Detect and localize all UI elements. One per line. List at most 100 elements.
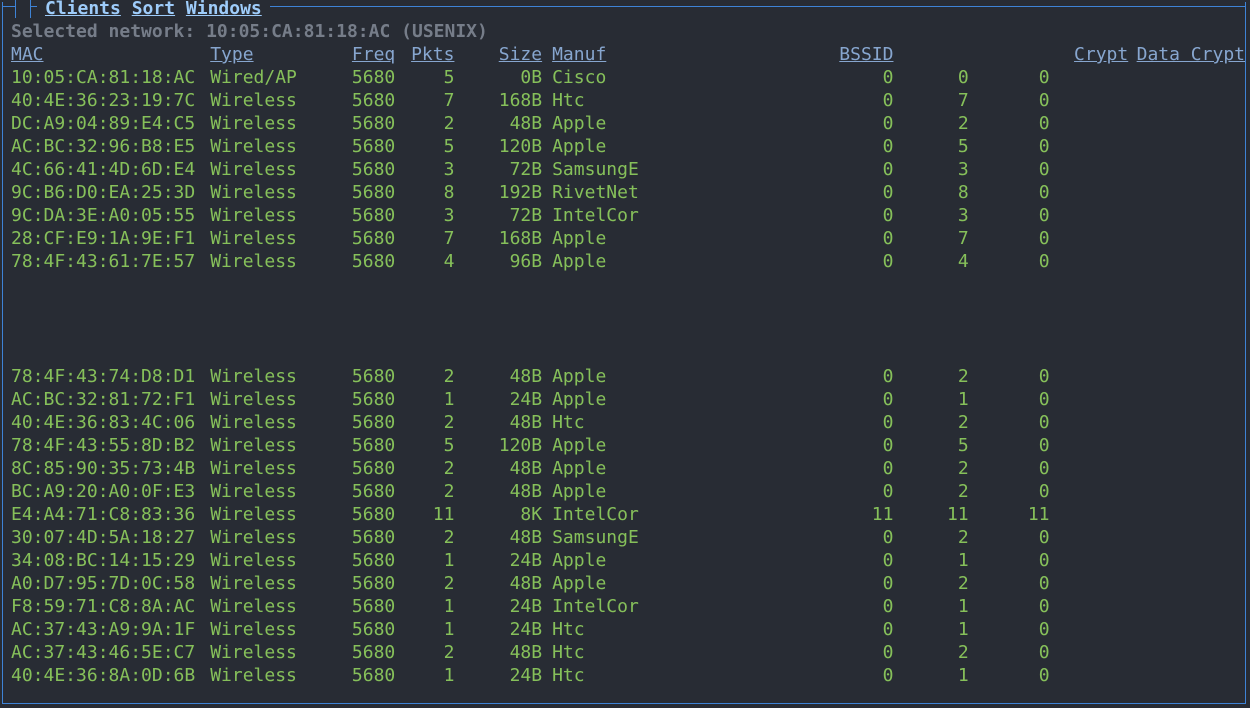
cell-empty	[1128, 250, 1245, 273]
cell-mac: AC:37:43:A9:9A:1F	[11, 618, 210, 641]
col-mac[interactable]: MAC	[11, 43, 210, 66]
cell-mac: 40:4E:36:83:4C:06	[11, 411, 210, 434]
cell-type: Wireless	[210, 89, 307, 112]
table-row[interactable]: AC:BC:32:96:B8:E5Wireless56805120BApple0…	[11, 135, 1245, 158]
cell-freq: 5680	[308, 135, 396, 158]
table-row[interactable]: F8:59:71:C8:8A:ACWireless5680124BIntelCo…	[11, 595, 1245, 618]
table-row[interactable]: 10:05:CA:81:18:ACWired/AP568050BCisco000	[11, 66, 1245, 89]
cell-n2: 0	[969, 204, 1050, 227]
cell-freq: 5680	[308, 457, 396, 480]
cell-pkts: 3	[395, 158, 454, 181]
table-row[interactable]: BC:A9:20:A0:0F:E3Wireless5680248BApple02…	[11, 480, 1245, 503]
cell-bssid: 0	[809, 365, 893, 388]
table-row[interactable]: AC:37:43:46:5E:C7Wireless5680248BHtc020	[11, 641, 1245, 664]
col-manuf[interactable]: Manuf	[542, 43, 809, 66]
cell-mac: 10:05:CA:81:18:AC	[11, 66, 210, 89]
cell-empty	[1128, 365, 1245, 388]
cell-size: 48B	[454, 365, 542, 388]
col-pkts[interactable]: Pkts	[395, 43, 454, 66]
cell-pkts: 2	[395, 411, 454, 434]
cell-freq: 5680	[308, 434, 396, 457]
cell-n2: 0	[969, 595, 1050, 618]
col-size[interactable]: Size	[454, 43, 542, 66]
cell-pkts: 2	[395, 457, 454, 480]
cell-empty	[1050, 112, 1129, 135]
cell-empty	[1050, 434, 1129, 457]
cell-empty	[1128, 227, 1245, 250]
selected-network-label: Selected network:	[11, 21, 206, 42]
cell-empty	[1050, 158, 1129, 181]
table-row[interactable]: 9C:DA:3E:A0:05:55Wireless5680372BIntelCo…	[11, 204, 1245, 227]
cell-n1: 1	[893, 664, 968, 687]
menu-sort[interactable]: Sort	[132, 0, 175, 19]
table-row[interactable]: AC:BC:32:81:72:F1Wireless5680124BApple01…	[11, 388, 1245, 411]
table-row[interactable]: 78:4F:43:74:D8:D1Wireless5680248BApple02…	[11, 365, 1245, 388]
cell-size: 48B	[454, 641, 542, 664]
cell-manuf: Apple	[542, 250, 809, 273]
cell-empty	[1128, 388, 1245, 411]
cell-empty	[1050, 227, 1129, 250]
cell-empty	[1050, 204, 1129, 227]
cell-manuf: Apple	[542, 135, 809, 158]
table-row[interactable]: 40:4E:36:8A:0D:6BWireless5680124BHtc010	[11, 664, 1245, 687]
cell-n2: 0	[969, 411, 1050, 434]
cell-freq: 5680	[308, 526, 396, 549]
table-row[interactable]: 9C:B6:D0:EA:25:3DWireless56808192BRivetN…	[11, 181, 1245, 204]
table-row[interactable]: 4C:66:41:4D:6D:E4Wireless5680372BSamsung…	[11, 158, 1245, 181]
cell-empty	[1050, 618, 1129, 641]
cell-freq: 5680	[308, 618, 396, 641]
table-row[interactable]: 40:4E:36:23:19:7CWireless56807168BHtc070	[11, 89, 1245, 112]
col-crypt[interactable]: Crypt	[1050, 43, 1129, 66]
cell-pkts: 2	[395, 572, 454, 595]
cell-empty	[1128, 135, 1245, 158]
table-row[interactable]: DC:A9:04:89:E4:C5Wireless5680248BApple02…	[11, 112, 1245, 135]
table-row[interactable]: 40:4E:36:83:4C:06Wireless5680248BHtc020	[11, 411, 1245, 434]
window-control-icon[interactable]	[15, 0, 31, 18]
cell-freq: 5680	[308, 411, 396, 434]
cell-mac: 78:4F:43:55:8D:B2	[11, 434, 210, 457]
cell-empty	[1050, 388, 1129, 411]
table-row[interactable]: AC:37:43:A9:9A:1FWireless5680124BHtc010	[11, 618, 1245, 641]
menu-windows[interactable]: Windows	[186, 0, 262, 19]
col-type[interactable]: Type	[210, 43, 307, 66]
cell-empty	[1128, 89, 1245, 112]
col-data-crypt[interactable]: Data Crypt	[1128, 43, 1245, 66]
cell-n2: 0	[969, 618, 1050, 641]
cell-n1: 2	[893, 526, 968, 549]
cell-manuf: Htc	[542, 618, 809, 641]
cell-n1: 3	[893, 158, 968, 181]
cell-bssid: 0	[809, 89, 893, 112]
table-row[interactable]: 34:08:BC:14:15:29Wireless5680124BApple01…	[11, 549, 1245, 572]
cell-empty	[1128, 158, 1245, 181]
table-row[interactable]: A0:D7:95:7D:0C:58Wireless5680248BApple02…	[11, 572, 1245, 595]
cell-empty	[1050, 89, 1129, 112]
cell-size: 24B	[454, 664, 542, 687]
cell-empty	[1050, 135, 1129, 158]
cell-n2: 0	[969, 434, 1050, 457]
col-bssid[interactable]: BSSID	[809, 43, 893, 66]
table-row[interactable]: 8C:85:90:35:73:4BWireless5680248BApple02…	[11, 457, 1245, 480]
table-row[interactable]: 28:CF:E9:1A:9E:F1Wireless56807168BApple0…	[11, 227, 1245, 250]
cell-mac: 40:4E:36:8A:0D:6B	[11, 664, 210, 687]
table-row[interactable]: 78:4F:43:61:7E:57Wireless5680496BApple04…	[11, 250, 1245, 273]
cell-manuf: SamsungE	[542, 158, 809, 181]
table-row[interactable]: 78:4F:43:55:8D:B2Wireless56805120BApple0…	[11, 434, 1245, 457]
cell-n1: 2	[893, 641, 968, 664]
cell-n2: 0	[969, 480, 1050, 503]
cell-bssid: 0	[809, 618, 893, 641]
col-freq[interactable]: Freq	[308, 43, 396, 66]
cell-size: 24B	[454, 388, 542, 411]
menu-clients[interactable]: Clients	[45, 0, 121, 19]
cell-freq: 5680	[308, 66, 396, 89]
cell-n2: 0	[969, 457, 1050, 480]
table-row[interactable]: 30:07:4D:5A:18:27Wireless5680248BSamsung…	[11, 526, 1245, 549]
cell-n1: 11	[893, 503, 968, 526]
cell-n2: 0	[969, 365, 1050, 388]
cell-empty	[1050, 411, 1129, 434]
cell-manuf: Apple	[542, 112, 809, 135]
cell-bssid: 0	[809, 549, 893, 572]
table-row[interactable]: E4:A4:71:C8:83:36Wireless5680118KIntelCo…	[11, 503, 1245, 526]
cell-n2: 0	[969, 181, 1050, 204]
cell-empty	[1128, 595, 1245, 618]
cell-type: Wireless	[210, 365, 307, 388]
